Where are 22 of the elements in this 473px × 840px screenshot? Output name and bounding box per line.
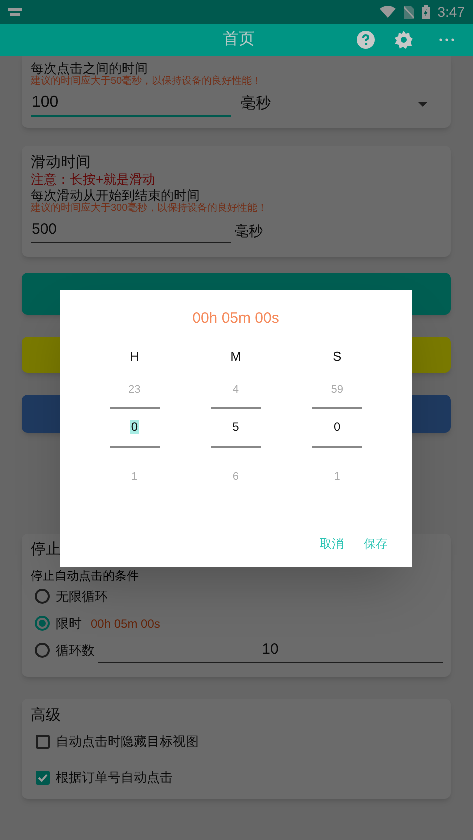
dialog-title: 00h 05m 00s	[192, 309, 280, 329]
field-label: 每次滑动从开始到结束的时间	[31, 188, 201, 203]
unit-label: 毫秒	[235, 222, 263, 240]
hint-text: 建议的时间应大于50毫秒，以保持设备的良好性能！	[31, 76, 264, 88]
warning-text: 注意：长按+就是滑动	[31, 172, 157, 188]
field-label: 每次点击之间的时间	[31, 62, 149, 76]
option-label: 循环数	[56, 642, 95, 660]
card-subtitle: 停止自动点击的条件	[31, 569, 139, 583]
option-label: 限时	[56, 614, 82, 633]
card-title: 高级	[31, 706, 62, 726]
column-label: M	[230, 348, 242, 362]
option-label: 无限循环	[56, 588, 108, 606]
column-label: H	[130, 348, 140, 362]
hint-text: 建议的时间应大于300毫秒，以保持设备的良好性能！	[31, 203, 269, 215]
option-label: 自动点击时隐藏目标视图	[56, 733, 199, 752]
column-label: S	[332, 348, 342, 362]
clock: 3:47	[438, 2, 465, 22]
time-value: 00h 05m 00s	[91, 616, 160, 632]
option-label: 根据订单号自动点击	[56, 769, 173, 788]
card-title: 停止	[31, 540, 61, 560]
card-title: 滑动时间	[31, 154, 92, 172]
app-title: 首页	[223, 30, 255, 50]
